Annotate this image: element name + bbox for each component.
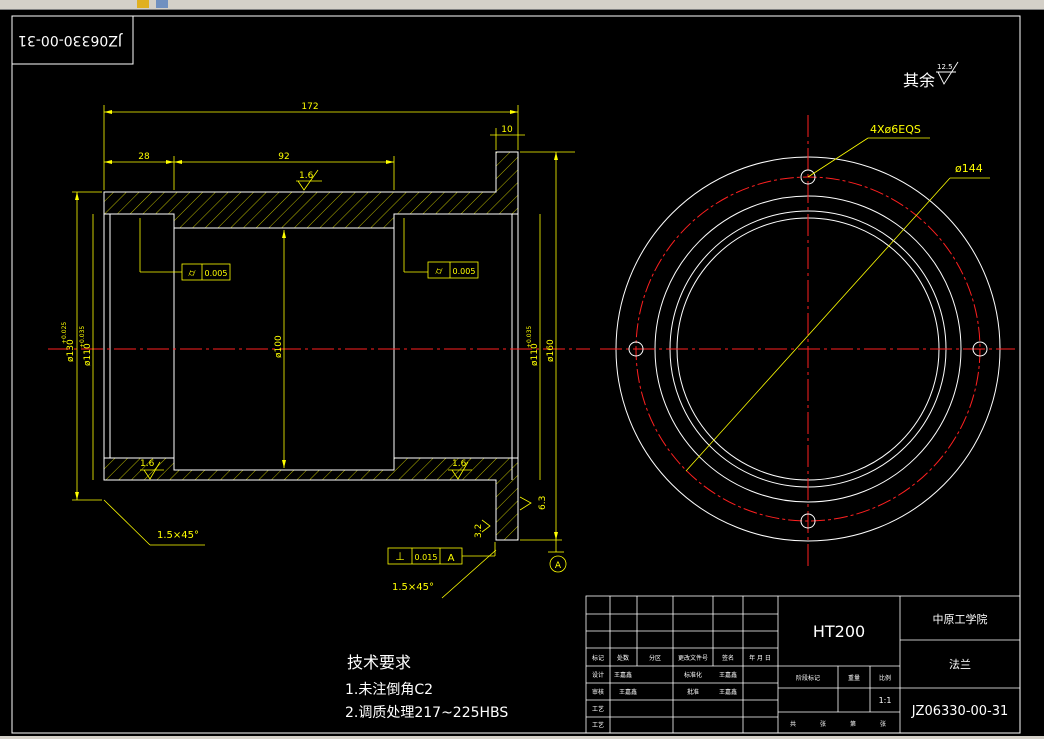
sheet-no: 第	[850, 720, 856, 728]
tol-right-symbol: ⌭	[435, 266, 443, 277]
dim-flange-dia: ø160	[546, 339, 556, 362]
designer: 王嘉鑫	[614, 671, 632, 679]
row-design: 设计	[592, 671, 604, 679]
tech-req-title: 技术要求	[347, 653, 411, 672]
row-process: 工艺	[592, 705, 604, 713]
tech-req-line1: 1.未注倒角C2	[345, 682, 433, 698]
section-view: 172 10 28 92 ø130 +0.025 ø110 +0.035 ø10…	[48, 102, 590, 599]
dim-inner-right-tol: +0.035	[526, 326, 533, 348]
sheets-total: 共	[790, 720, 796, 728]
row-process-2: 工艺	[592, 721, 604, 729]
approver: 王嘉鑫	[719, 688, 737, 696]
bolt-circle-dim: ø144	[955, 162, 983, 175]
weight-label: 重量	[848, 674, 860, 682]
title-block-text: HT200 中原工学院 法兰 JZ06330-00-31 1:1 标记 处数 分…	[592, 612, 1008, 729]
tol-perp-datum: A	[448, 553, 455, 564]
sheets-unit: 张	[820, 720, 826, 728]
roughness-flange-face: 6.3	[538, 496, 548, 510]
holes-note: 4Xø6EQS	[870, 123, 921, 136]
dim-bore: ø100	[274, 335, 284, 358]
roughness-flange-bottom: 3.2	[474, 524, 484, 538]
dim-overall-length: 172	[301, 102, 318, 112]
ratio-label: 比例	[879, 674, 891, 682]
reviewer: 王嘉鑫	[619, 688, 637, 696]
tech-req-line2: 2.调质处理217~225HBS	[345, 705, 508, 721]
dim-chamfer-top: 1.5×45°	[157, 530, 199, 541]
surface-note-text: 其余	[903, 71, 935, 90]
surface-note-roughness: 12.5	[937, 63, 953, 71]
code-box-text: JZ06330-00-31	[18, 32, 123, 48]
drawing-number: JZ06330-00-31	[911, 704, 1009, 719]
tol-perp-symbol: ⊥	[395, 550, 405, 563]
col-mark: 标记	[592, 654, 604, 662]
cad-drawing-canvas[interactable]: JZ06330-00-31 172 10 28 92 ø130 +0.025 ø…	[0, 10, 1044, 736]
standard-signer: 王嘉鑫	[719, 671, 737, 679]
sheet-unit-2: 张	[880, 720, 886, 728]
roughness-top-mid: 1.6	[299, 171, 314, 181]
tol-perp-value: 0.015	[415, 553, 438, 562]
toolbar	[0, 0, 1044, 10]
col-count: 处数	[617, 654, 629, 662]
school-name: 中原工学院	[933, 612, 988, 626]
tol-left-symbol: ⌭	[188, 268, 196, 279]
surface-note: 其余 12.5	[903, 61, 959, 90]
tol-left-value: 0.005	[205, 269, 228, 278]
tol-right-value: 0.005	[453, 267, 476, 276]
tech-requirements: 技术要求 1.未注倒角C2 2.调质处理217~225HBS	[345, 653, 508, 721]
dim-chamfer-bottom: 1.5×45°	[392, 582, 434, 593]
dim-middle: 92	[278, 152, 289, 162]
col-zone: 分区	[649, 654, 661, 662]
layer-tool-icon[interactable]	[137, 0, 149, 8]
roughness-bottom-right: 1.6	[452, 459, 467, 469]
properties-tool-icon[interactable]	[156, 0, 168, 8]
col-sign: 签名	[722, 654, 734, 662]
row-review: 审核	[592, 688, 604, 696]
dim-flange-width: 10	[501, 125, 513, 135]
stage-mark: 阶段标记	[796, 674, 820, 682]
row-approve: 批准	[687, 688, 699, 696]
dim-inner-left-tol: +0.035	[79, 326, 86, 348]
datum-label: A	[555, 561, 562, 571]
part-name: 法兰	[949, 657, 971, 671]
row-standard: 标准化	[684, 671, 702, 679]
drawing-border	[11, 15, 1021, 734]
roughness-bottom-left: 1.6	[140, 459, 155, 469]
scale-value: 1:1	[879, 696, 892, 705]
col-date: 年 月 日	[749, 654, 771, 662]
material: HT200	[813, 622, 865, 641]
end-view: 4Xø6EQS ø144	[600, 115, 1015, 568]
dim-outer-left-tol: +0.025	[61, 322, 68, 344]
col-change-doc: 更改文件号	[678, 654, 708, 662]
dim-left-step: 28	[138, 152, 150, 162]
